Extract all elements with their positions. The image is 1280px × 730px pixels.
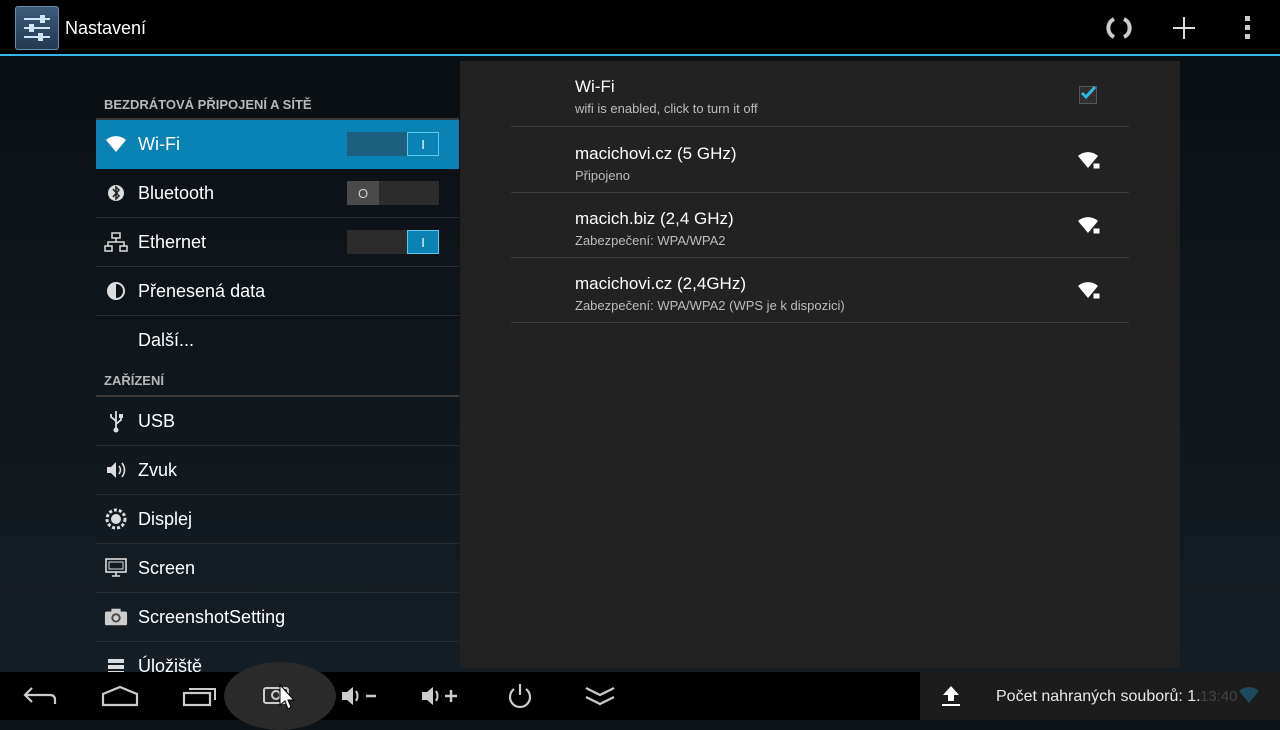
network-item[interactable]: macichovi.cz (2,4GHz) Zabezpečení: WPA/W… [511,258,1129,323]
network-name: macichovi.cz (5 GHz) [575,144,737,163]
status-area[interactable]: 13:40 Počet nahraných souborů: 1. [920,672,1280,720]
wifi-icon [104,132,128,156]
ethernet-icon [104,230,128,254]
sync-wps-button[interactable] [1101,10,1137,46]
recent-apps-icon [182,688,216,707]
speaker-icon [104,458,128,482]
wifi-toggle-subtitle: wifi is enabled, click to turn it off [575,101,758,116]
home-button[interactable] [80,672,160,720]
menu-item-label: Zvuk [138,460,178,480]
screenshot-icon [263,683,296,710]
menu-item-label: Ethernet [138,232,207,252]
menu-item-label: Bluetooth [138,183,215,203]
menu-item-usb[interactable]: USB [96,397,459,446]
bluetooth-icon [104,181,128,205]
usb-icon [104,409,128,433]
network-status: Zabezpečení: WPA/WPA2 [575,233,726,248]
wifi-signal-locked-icon [1078,217,1101,235]
network-name: macich.biz (2,4 GHz) [575,209,734,228]
section-header-device: ZAŘÍZENÍ [96,365,459,397]
settings-menu: BEZDRÁTOVÁ PŘIPOJENÍ A SÍTĚ Wi-Fi I Blue… [96,86,459,684]
hide-bar-button[interactable] [560,672,640,720]
toggle-knob: I [407,230,439,254]
upload-notification-text: Počet nahraných souborů: 1. [996,688,1201,705]
volume-down-button[interactable] [320,672,400,720]
network-item[interactable]: macichovi.cz (5 GHz) Připojeno [511,128,1129,193]
network-name: macichovi.cz (2,4GHz) [575,274,746,293]
data-usage-icon [104,279,128,303]
monitor-icon [104,556,128,580]
overflow-menu-button[interactable] [1230,10,1266,46]
menu-item-label: ScreenshotSetting [138,607,286,627]
wifi-toggle-title: Wi-Fi [575,77,615,96]
menu-item-sound[interactable]: Zvuk [96,446,459,495]
back-icon [23,687,57,704]
power-button[interactable] [480,672,560,720]
upload-icon [942,686,960,706]
sync-icon [1106,16,1132,40]
camera-icon [104,605,128,629]
wifi-toggle[interactable]: I [347,132,439,156]
settings-app-icon[interactable] [15,6,59,50]
menu-item-label: Screen [138,558,196,578]
menu-item-label: Další... [138,330,195,350]
menu-item-label: Wi-Fi [138,134,180,154]
clock: 13:40 [1200,688,1238,705]
wifi-status-icon [1239,687,1259,703]
add-network-button[interactable] [1166,10,1202,46]
menu-item-label: Displej [138,509,193,529]
menu-item-display[interactable]: Displej [96,495,459,544]
volume-up-button[interactable] [400,672,480,720]
screenshot-button[interactable] [224,662,336,730]
toggle-knob: O [347,181,379,205]
app-title: Nastavení [65,18,147,38]
plus-icon [1173,17,1195,39]
network-item[interactable]: macich.biz (2,4 GHz) Zabezpečení: WPA/WP… [511,193,1129,258]
menu-item-label: USB [138,411,176,431]
menu-item-screen[interactable]: Screen [96,544,459,593]
menu-item-wifi[interactable]: Wi-Fi I [96,120,459,169]
menu-item-data-usage[interactable]: Přenesená data [96,267,459,316]
menu-item-screenshot[interactable]: ScreenshotSetting [96,593,459,642]
power-icon [508,684,532,709]
volume-down-icon [342,687,376,705]
toggle-knob: I [407,132,439,156]
wifi-toggle-row[interactable]: Wi-Fi wifi is enabled, click to turn it … [511,62,1129,127]
wifi-checkbox[interactable] [1079,85,1097,104]
check-icon [1080,85,1097,100]
back-button[interactable] [0,672,80,720]
wifi-signal-locked-icon [1078,152,1101,170]
wifi-panel: Wi-Fi wifi is enabled, click to turn it … [460,61,1180,668]
menu-item-label: Přenesená data [138,281,266,301]
more-vert-icon [1245,16,1250,39]
network-status: Zabezpečení: WPA/WPA2 (WPS je k dispozic… [575,298,845,313]
ethernet-toggle[interactable]: I [347,230,439,254]
menu-item-more[interactable]: Další... [96,316,459,365]
home-icon [101,685,139,707]
menu-item-bluetooth[interactable]: Bluetooth O [96,169,459,218]
bluetooth-toggle[interactable]: O [347,181,439,205]
section-header-wireless: BEZDRÁTOVÁ PŘIPOJENÍ A SÍTĚ [96,86,459,120]
double-chevron-down-icon [585,687,615,706]
volume-up-icon [422,687,457,705]
brightness-icon [104,507,128,531]
wifi-signal-locked-icon [1078,282,1101,300]
network-status: Připojeno [575,168,630,183]
action-bar: Nastavení [0,0,1280,54]
menu-item-ethernet[interactable]: Ethernet I [96,218,459,267]
